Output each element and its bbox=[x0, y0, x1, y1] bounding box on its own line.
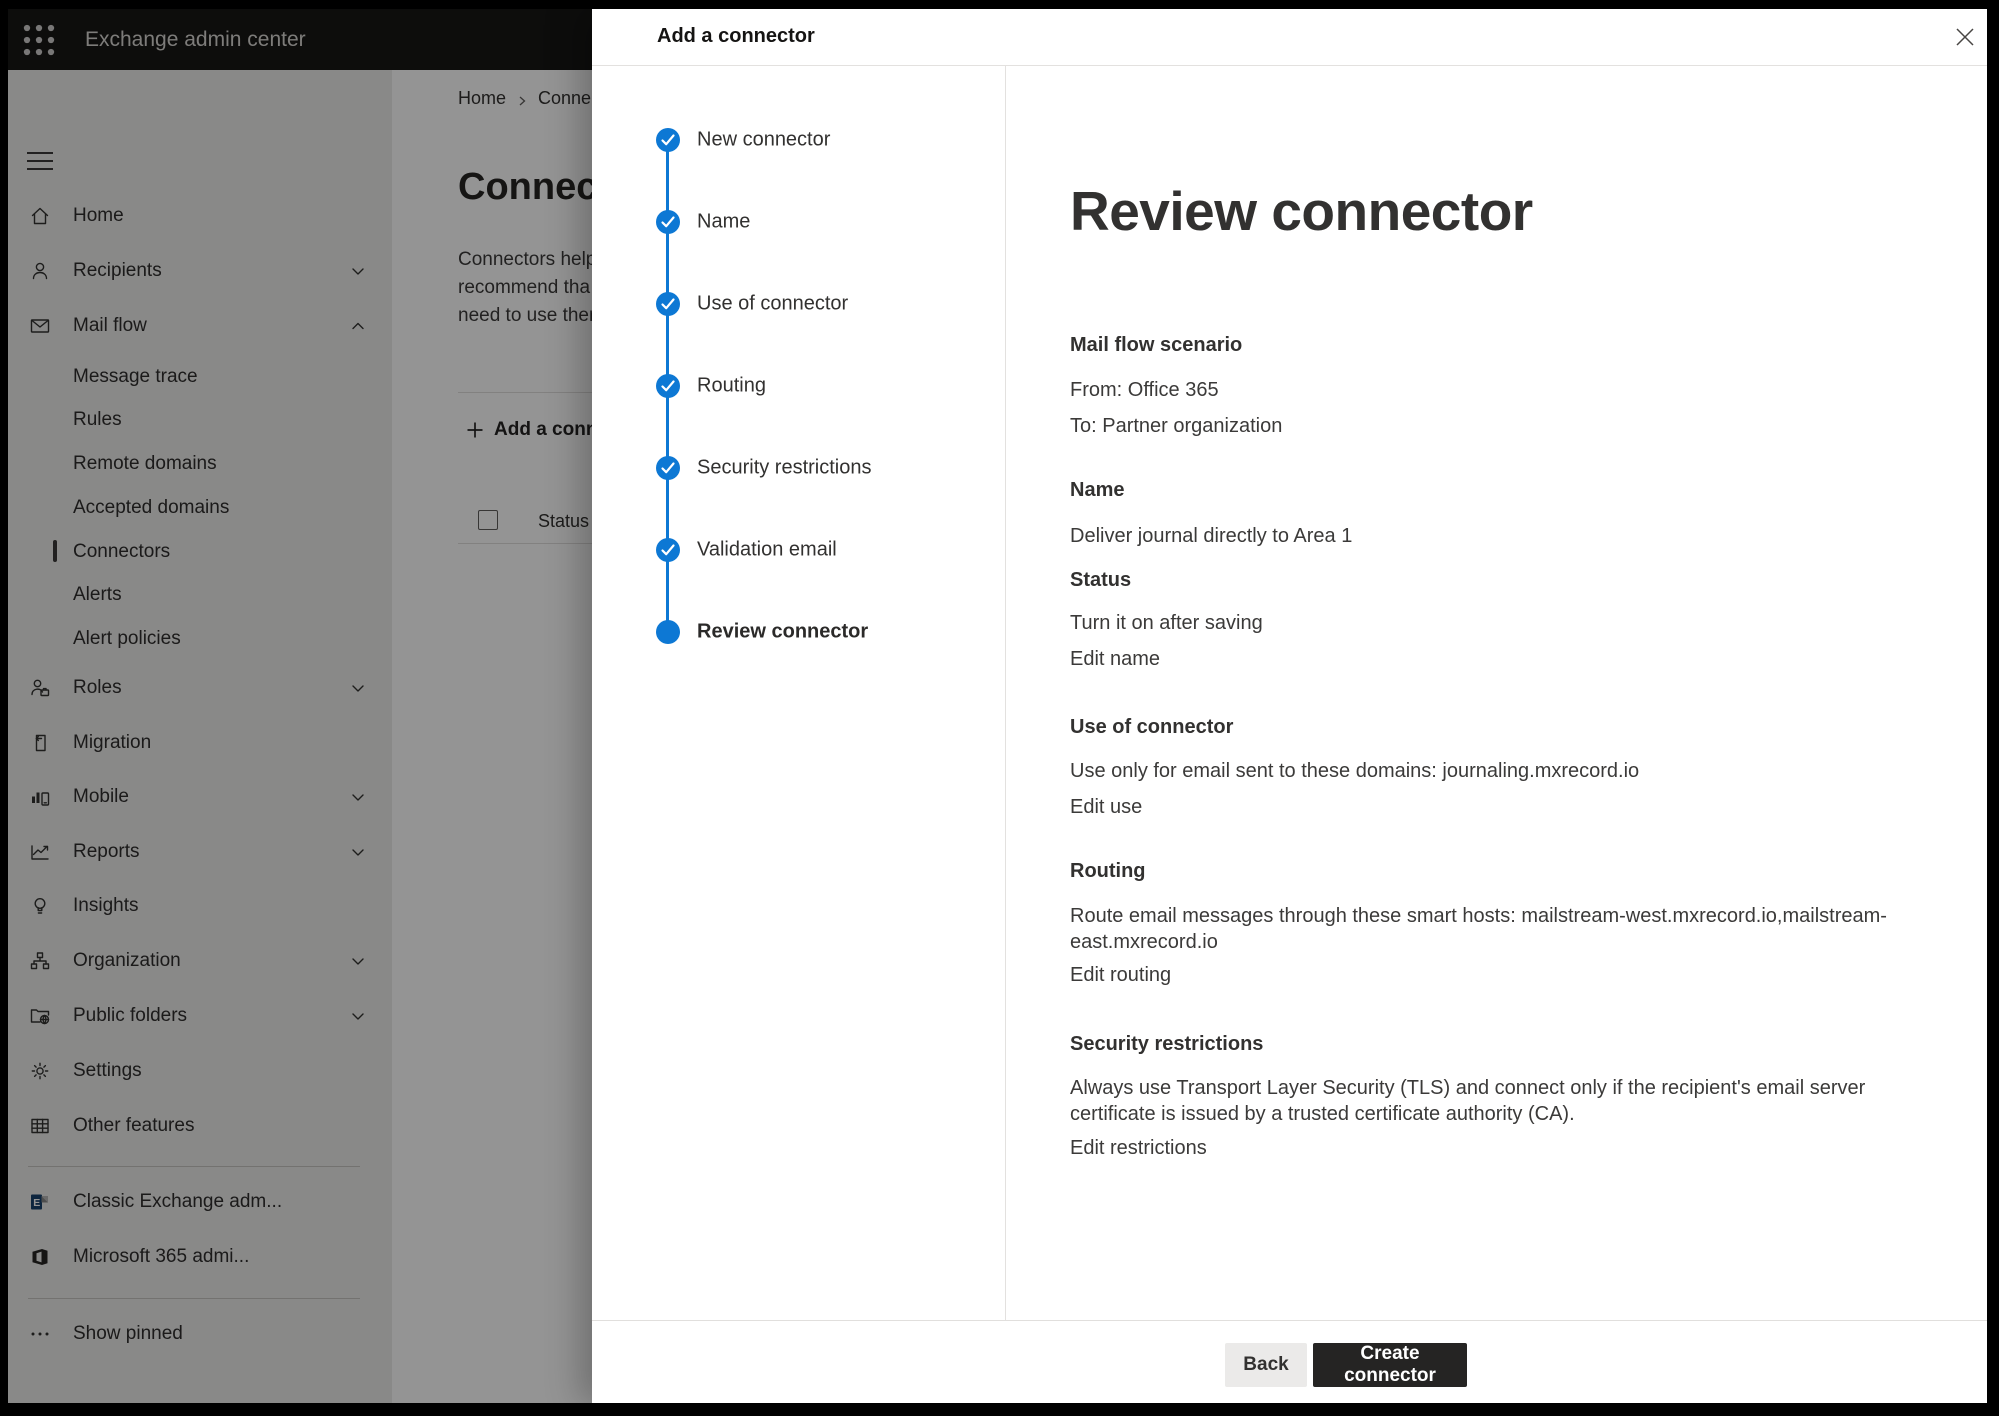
wizard-step-security-restrictions[interactable]: Security restrictions bbox=[592, 456, 1005, 480]
use-of-connector-value: Use only for email sent to these domains… bbox=[1070, 760, 1639, 783]
name-heading: Name bbox=[1070, 479, 1124, 502]
review-title: Review connector bbox=[1070, 179, 1533, 243]
wizard-panel-divider bbox=[1005, 66, 1006, 1320]
edit-routing-link[interactable]: Edit routing bbox=[1070, 964, 1171, 987]
security-restrictions-heading: Security restrictions bbox=[1070, 1033, 1263, 1056]
edit-name-link[interactable]: Edit name bbox=[1070, 648, 1160, 671]
step-label: New connector bbox=[697, 129, 830, 152]
wizard-step-new-connector[interactable]: New connector bbox=[592, 128, 1005, 152]
name-value: Deliver journal directly to Area 1 bbox=[1070, 525, 1352, 548]
create-connector-button[interactable]: Create connector bbox=[1313, 1343, 1467, 1387]
use-of-connector-heading: Use of connector bbox=[1070, 716, 1233, 739]
dialog-header-divider bbox=[592, 65, 1987, 66]
security-restrictions-value: Always use Transport Layer Security (TLS… bbox=[1070, 1075, 1930, 1127]
wizard-step-use-of-connector[interactable]: Use of connector bbox=[592, 292, 1005, 316]
mail-flow-to: To: Partner organization bbox=[1070, 415, 1282, 438]
step-completed-icon bbox=[656, 292, 680, 316]
screenshot-frame: Exchange admin center Home Recipients Ma… bbox=[0, 0, 1999, 1416]
edit-restrictions-link[interactable]: Edit restrictions bbox=[1070, 1137, 1207, 1160]
step-completed-icon bbox=[656, 538, 680, 562]
status-value: Turn it on after saving bbox=[1070, 612, 1263, 635]
step-completed-icon bbox=[656, 374, 680, 398]
step-current-icon bbox=[656, 620, 680, 644]
step-label: Review connector bbox=[697, 621, 868, 644]
dialog-title: Add a connector bbox=[657, 25, 815, 48]
close-icon[interactable] bbox=[1948, 20, 1982, 54]
step-label: Name bbox=[697, 211, 750, 234]
step-completed-icon bbox=[656, 210, 680, 234]
add-connector-dialog: Add a connector New connector Name Use o… bbox=[592, 9, 1987, 1403]
step-completed-icon bbox=[656, 456, 680, 480]
status-heading: Status bbox=[1070, 569, 1131, 592]
step-label: Use of connector bbox=[697, 293, 848, 316]
wizard-step-review-connector[interactable]: Review connector bbox=[592, 620, 1005, 644]
dialog-footer-divider bbox=[592, 1320, 1987, 1321]
step-label: Validation email bbox=[697, 539, 837, 562]
mail-flow-scenario-heading: Mail flow scenario bbox=[1070, 334, 1242, 357]
routing-value: Route email messages through these smart… bbox=[1070, 903, 1930, 955]
step-label: Security restrictions bbox=[697, 457, 872, 480]
wizard-step-name[interactable]: Name bbox=[592, 210, 1005, 234]
routing-heading: Routing bbox=[1070, 860, 1146, 883]
app-window: Exchange admin center Home Recipients Ma… bbox=[8, 9, 1987, 1403]
edit-use-link[interactable]: Edit use bbox=[1070, 796, 1142, 819]
step-label: Routing bbox=[697, 375, 766, 398]
step-completed-icon bbox=[656, 128, 680, 152]
wizard-step-validation-email[interactable]: Validation email bbox=[592, 538, 1005, 562]
back-button[interactable]: Back bbox=[1225, 1343, 1307, 1387]
wizard-step-routing[interactable]: Routing bbox=[592, 374, 1005, 398]
mail-flow-from: From: Office 365 bbox=[1070, 379, 1219, 402]
